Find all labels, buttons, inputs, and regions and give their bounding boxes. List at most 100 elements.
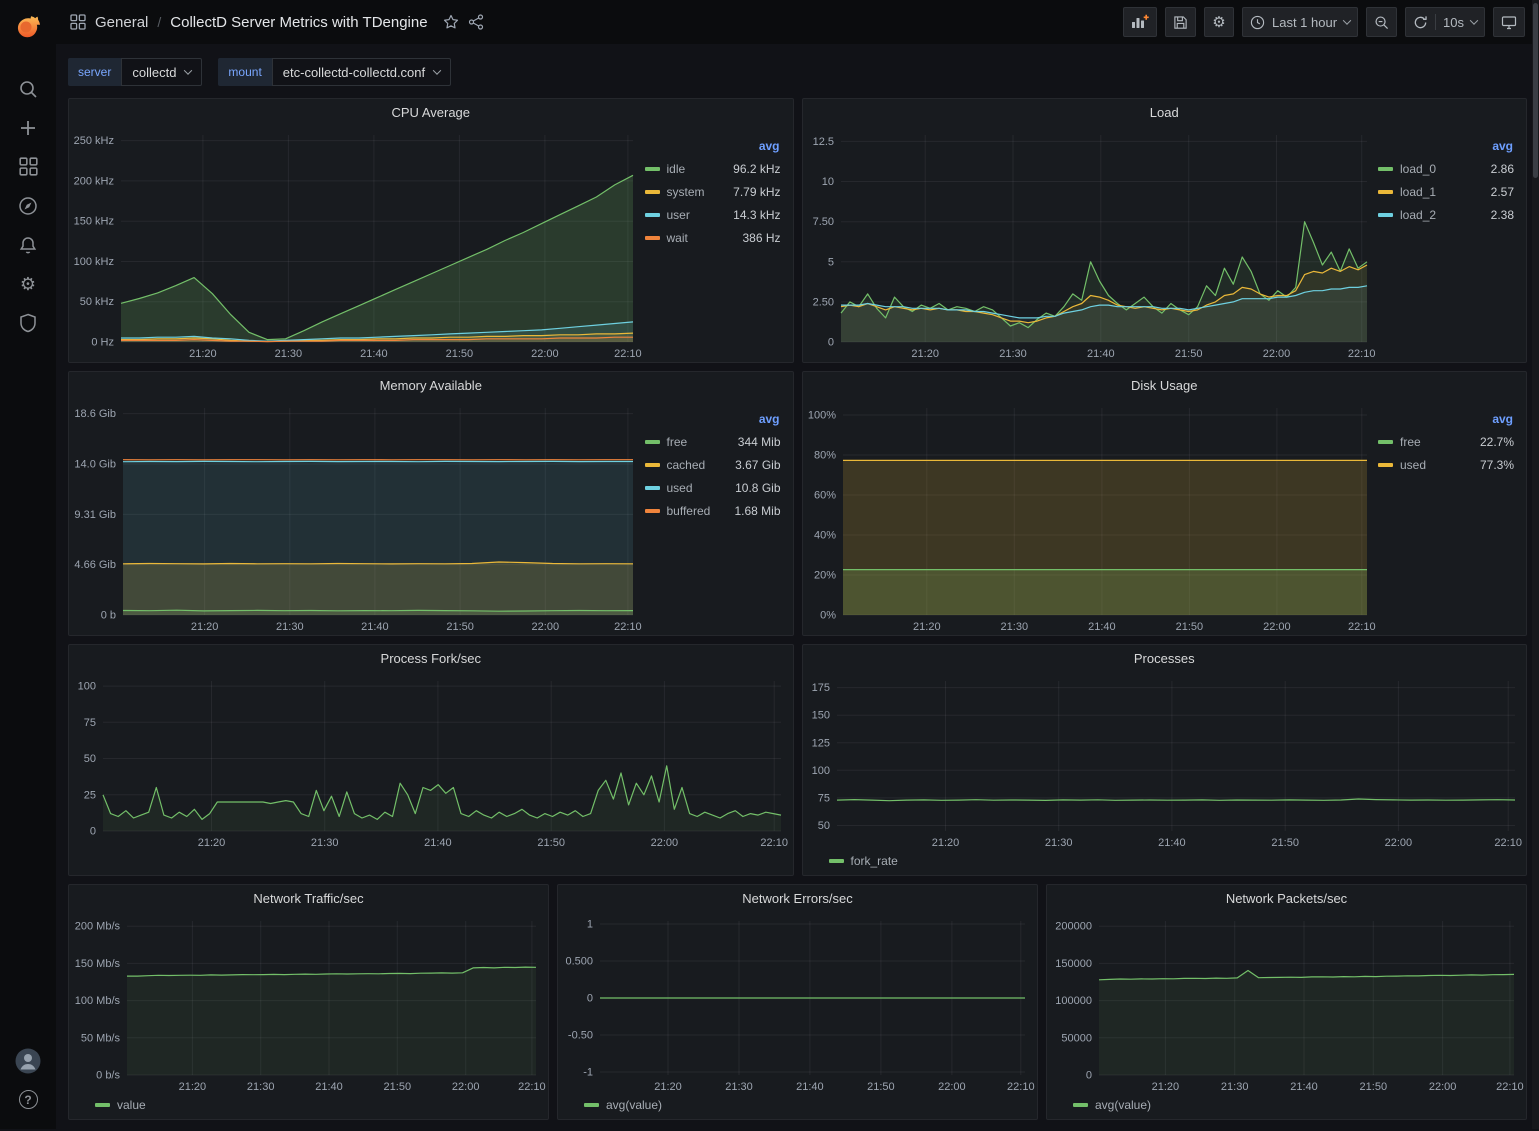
scrollbar-thumb[interactable] (1533, 3, 1538, 178)
svg-text:18.6 Gib: 18.6 Gib (74, 408, 116, 420)
scrollbar-track[interactable] (1532, 0, 1539, 1129)
cycle-view-mode-button[interactable] (1493, 7, 1525, 37)
add-panel-button[interactable] (1123, 7, 1157, 37)
processes-chart[interactable]: 507510012515017521:2021:3021:4021:5022:0… (803, 671, 1527, 851)
legend-item-buffered[interactable]: buffered1.68 Mib (645, 499, 781, 522)
create-button[interactable] (6, 108, 50, 147)
svg-text:22:00: 22:00 (531, 348, 559, 360)
legend-item-load_1[interactable]: load_12.57 (1378, 180, 1514, 203)
chevron-down-icon (1343, 16, 1351, 24)
explore-button[interactable] (6, 186, 50, 225)
legend-item-avg(value)[interactable]: avg(value) (1073, 1098, 1151, 1112)
series-avg-value: 22.7% (1480, 435, 1514, 449)
dashboard-settings-button[interactable]: ⚙ (1204, 7, 1234, 37)
memory-available-chart[interactable]: 0 b4.66 Gib9.31 Gib14.0 Gib18.6 Gib21:20… (69, 398, 645, 635)
help-button[interactable]: ? (6, 1080, 50, 1119)
svg-text:21:30: 21:30 (311, 837, 339, 849)
search-icon (18, 79, 38, 99)
zoom-out-time-button[interactable] (1366, 7, 1397, 37)
legend-item-avg(value)[interactable]: avg(value) (584, 1098, 662, 1112)
top-navbar: General / CollectD Server Metrics with T… (56, 0, 1539, 44)
series-avg-value: 10.8 Gib (735, 481, 780, 495)
server-admin-button[interactable] (6, 303, 50, 342)
user-profile-button[interactable] (6, 1041, 50, 1080)
svg-text:0: 0 (587, 993, 593, 1005)
svg-text:22:00: 22:00 (651, 837, 679, 849)
svg-text:22:10: 22:10 (614, 348, 642, 360)
cpu-average-chart[interactable]: 0 Hz50 kHz100 kHz150 kHz200 kHz250 kHz21… (69, 125, 645, 362)
panel-header[interactable]: Memory Available (69, 372, 793, 398)
series-name: avg(value) (606, 1098, 662, 1112)
breadcrumb: General / CollectD Server Metrics with T… (70, 14, 484, 31)
legend-item-free[interactable]: free344 Mib (645, 430, 781, 453)
legend-item-load_0[interactable]: load_02.86 (1378, 157, 1514, 180)
variable-mount-value[interactable]: etc-collectd-collectd.conf (272, 58, 451, 86)
disk-usage-chart[interactable]: 0%20%40%60%80%100%21:2021:3021:4021:5022… (803, 398, 1379, 635)
panel-header[interactable]: Network Traffic/sec (69, 885, 548, 911)
svg-text:100 Mb/s: 100 Mb/s (75, 995, 121, 1007)
legend-item-used[interactable]: used77.3% (1378, 453, 1514, 476)
svg-text:50: 50 (817, 820, 829, 832)
series-name: cached (667, 458, 706, 472)
series-color-swatch (1378, 167, 1393, 171)
panel-network-errors: Network Errors/sec -1-0.5000.500121:2021… (557, 884, 1038, 1120)
legend-item-user[interactable]: user14.3 kHz (645, 203, 781, 226)
chart-canvas: 0 b4.66 Gib9.31 Gib14.0 Gib18.6 Gib21:20… (69, 398, 645, 635)
panel-header[interactable]: Processes (803, 645, 1527, 671)
legend-item-fork_rate[interactable]: fork_rate (829, 854, 898, 868)
network-packets-chart[interactable]: 05000010000015000020000021:2021:3021:402… (1047, 911, 1526, 1095)
chart-canvas: 025507510021:2021:3021:4021:5022:0022:10 (69, 671, 793, 851)
variable-mount[interactable]: mount etc-collectd-collectd.conf (218, 58, 451, 86)
panel-header[interactable]: Process Fork/sec (69, 645, 793, 671)
panel-header[interactable]: Network Packets/sec (1047, 885, 1526, 911)
load-legend: avgload_02.86load_12.57load_22.38 (1378, 125, 1526, 362)
panel-memory-available: Memory Available 0 b4.66 Gib9.31 Gib14.0… (68, 371, 794, 636)
legend-item-idle[interactable]: idle96.2 kHz (645, 157, 781, 180)
series-avg-value: 1.68 Mib (734, 504, 780, 518)
grafana-logo[interactable] (8, 7, 48, 45)
panel-header[interactable]: Network Errors/sec (558, 885, 1037, 911)
alerting-button[interactable] (6, 225, 50, 264)
legend-item-wait[interactable]: wait386 Hz (645, 226, 781, 249)
svg-text:-1: -1 (583, 1067, 593, 1079)
load-chart[interactable]: 02.5057.501012.521:2021:3021:4021:5022:0… (803, 125, 1379, 362)
network-errors-legend: avg(value) (558, 1095, 1037, 1119)
share-dashboard-button[interactable] (468, 14, 484, 30)
svg-text:60%: 60% (813, 490, 835, 502)
legend-item-load_2[interactable]: load_22.38 (1378, 203, 1514, 226)
chart-canvas: 0 Hz50 kHz100 kHz150 kHz200 kHz250 kHz21… (69, 125, 645, 362)
series-avg-value: 3.67 Gib (735, 458, 780, 472)
panel-header[interactable]: Load (803, 99, 1527, 125)
time-range-picker[interactable]: Last 1 hour (1242, 7, 1358, 37)
legend-item-free[interactable]: free22.7% (1378, 430, 1514, 453)
star-dashboard-button[interactable] (443, 14, 459, 30)
legend-item-cached[interactable]: cached 3.67 Gib (645, 453, 781, 476)
dashboards-button[interactable] (6, 147, 50, 186)
breadcrumb-folder[interactable]: General (95, 14, 148, 31)
variable-server-value[interactable]: collectd (121, 58, 202, 86)
svg-text:100 kHz: 100 kHz (74, 256, 114, 268)
legend-item-value[interactable]: value (95, 1098, 146, 1112)
svg-text:100%: 100% (807, 410, 835, 422)
series-avg-value: 14.3 kHz (733, 208, 780, 222)
svg-text:22:00: 22:00 (938, 1081, 966, 1093)
panel-header[interactable]: Disk Usage (803, 372, 1527, 398)
network-errors-chart[interactable]: -1-0.5000.500121:2021:3021:4021:5022:002… (558, 911, 1037, 1095)
variable-server[interactable]: server collectd (68, 58, 202, 86)
legend-item-used[interactable]: used10.8 Gib (645, 476, 781, 499)
chart-canvas: 02.5057.501012.521:2021:3021:4021:5022:0… (803, 125, 1379, 362)
svg-text:21:30: 21:30 (1044, 837, 1072, 849)
panel-header[interactable]: CPU Average (69, 99, 793, 125)
search-button[interactable] (6, 69, 50, 108)
legend-item-system[interactable]: system7.79 kHz (645, 180, 781, 203)
save-dashboard-button[interactable] (1165, 7, 1196, 37)
svg-text:0 b/s: 0 b/s (96, 1070, 120, 1082)
chart-canvas: 507510012515017521:2021:3021:4021:5022:0… (803, 671, 1527, 851)
chevron-down-icon (433, 66, 441, 74)
network-traffic-chart[interactable]: 0 b/s50 Mb/s100 Mb/s150 Mb/s200 Mb/s21:2… (69, 911, 548, 1095)
refresh-picker[interactable]: 10s (1405, 7, 1485, 37)
configuration-button[interactable]: ⚙ (6, 264, 50, 303)
svg-text:22:10: 22:10 (518, 1081, 546, 1093)
process-fork-chart[interactable]: 025507510021:2021:3021:4021:5022:0022:10 (69, 671, 793, 851)
series-name: system (667, 185, 705, 199)
